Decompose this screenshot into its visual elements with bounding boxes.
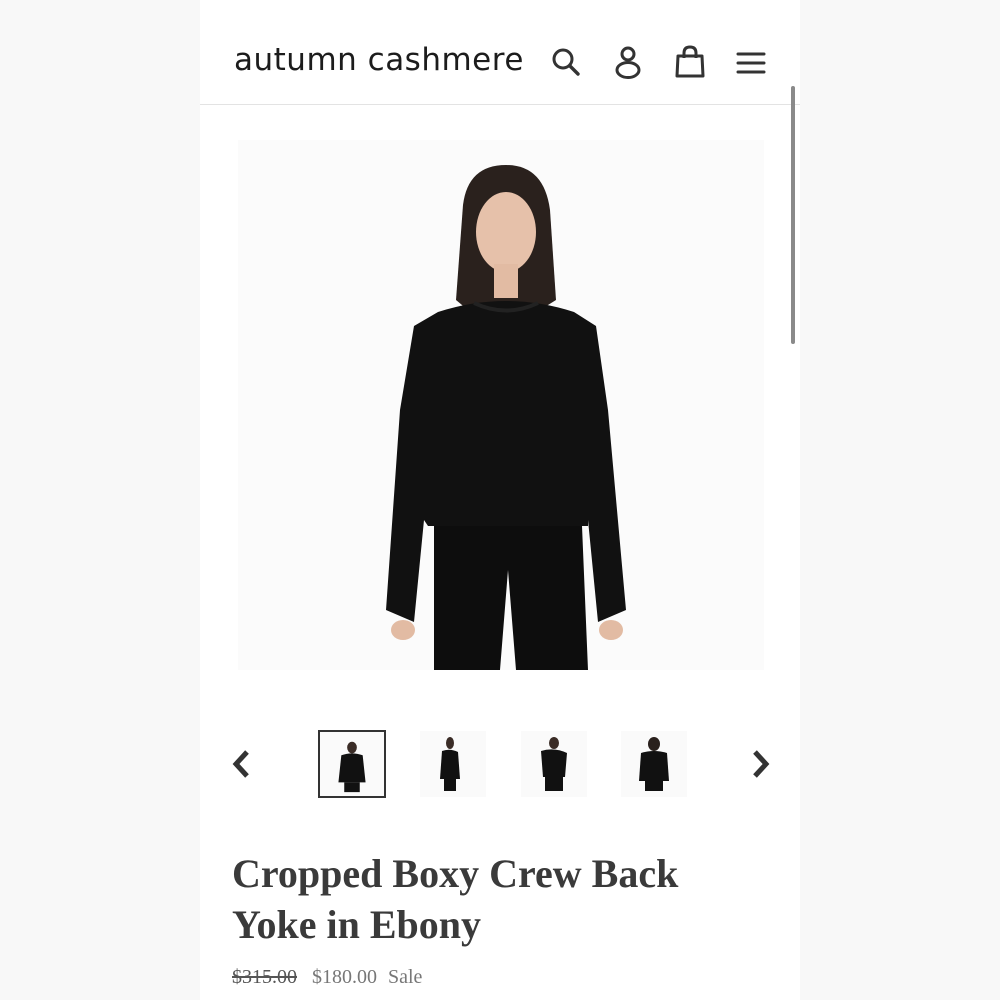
site-header: autumn cashmere bbox=[200, 0, 800, 105]
chevron-left-icon[interactable] bbox=[228, 747, 256, 781]
product-main-image[interactable] bbox=[238, 140, 764, 670]
product-title-line1: Cropped Boxy Crew Back bbox=[232, 851, 679, 896]
product-title: Cropped Boxy Crew Back Yoke in Ebony bbox=[232, 848, 752, 950]
sale-price: $180.00 bbox=[312, 966, 377, 988]
original-price: $315.00 bbox=[232, 966, 297, 988]
page-scrollbar[interactable] bbox=[791, 86, 795, 344]
chevron-right-icon[interactable] bbox=[746, 747, 774, 781]
price-row: $315.00 $180.00 Sale bbox=[232, 966, 422, 989]
thumbnail-4[interactable] bbox=[621, 731, 687, 797]
backdrop-right bbox=[800, 0, 1000, 1000]
menu-icon[interactable] bbox=[733, 44, 769, 80]
product-title-line2: Yoke in Ebony bbox=[232, 902, 481, 947]
search-icon[interactable] bbox=[548, 44, 584, 80]
account-icon[interactable] bbox=[610, 44, 646, 80]
cart-icon[interactable] bbox=[672, 44, 708, 80]
thumbnail-3[interactable] bbox=[521, 731, 587, 797]
thumbnail-2[interactable] bbox=[420, 731, 486, 797]
phone-screen: autumn cashmere Cropped Boxy Crew Back Y… bbox=[200, 0, 800, 1000]
thumbnail-gallery bbox=[200, 725, 800, 805]
sale-label: Sale bbox=[388, 966, 423, 988]
backdrop-left bbox=[0, 0, 200, 1000]
thumbnail-1[interactable] bbox=[318, 730, 386, 798]
brand-logo[interactable]: autumn cashmere bbox=[234, 42, 524, 78]
